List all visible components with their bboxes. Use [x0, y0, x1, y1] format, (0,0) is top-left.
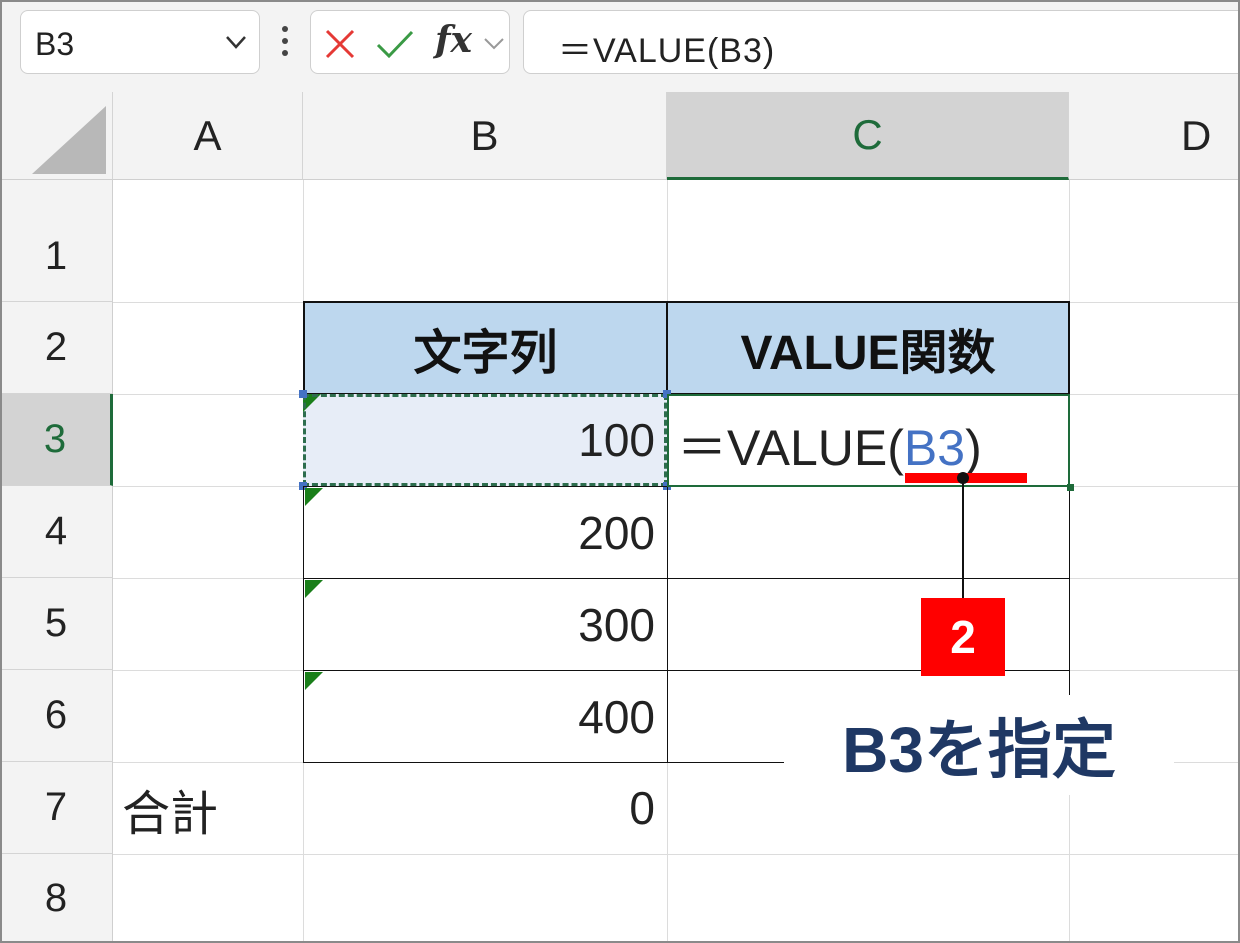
insert-function-button[interactable]: fx [435, 19, 472, 61]
row-header-4[interactable]: 4 [0, 486, 113, 578]
cancel-x-icon[interactable] [323, 27, 357, 61]
cell-c5[interactable] [667, 578, 1070, 671]
column-header-c[interactable]: C [667, 92, 1069, 180]
formula-reference: B3 [903, 420, 966, 476]
fill-handle[interactable] [1067, 484, 1074, 491]
cell-c4[interactable] [667, 486, 1070, 579]
cell-b4[interactable]: 200 [303, 486, 668, 579]
select-all-corner[interactable] [0, 92, 113, 180]
enter-check-icon[interactable] [375, 27, 415, 61]
row-header-2[interactable]: 2 [0, 302, 113, 394]
number-as-text-indicator [305, 580, 323, 598]
cell-b6[interactable]: 400 [303, 670, 668, 763]
row-header-3[interactable]: 3 [0, 394, 113, 486]
column-header-d[interactable]: D [1069, 92, 1240, 180]
formula-input[interactable]: ＝VALUE(B3) [523, 10, 1240, 74]
row-header-8[interactable]: 8 [0, 854, 113, 943]
chevron-down-icon[interactable] [219, 27, 253, 57]
total-value[interactable]: 0 [303, 762, 667, 854]
name-box[interactable]: B3 [20, 10, 260, 74]
formula-prefix: ＝VALUE( [677, 420, 904, 476]
row-header-7[interactable]: 7 [0, 762, 113, 854]
select-all-triangle-icon [32, 106, 106, 174]
row-header-5[interactable]: 5 [0, 578, 113, 670]
total-label[interactable]: 合計 [122, 774, 218, 844]
row-header-6[interactable]: 6 [0, 670, 113, 762]
gridline [113, 854, 1240, 855]
connector-line [962, 480, 964, 598]
chevron-down-icon[interactable] [481, 33, 507, 55]
number-as-text-indicator [305, 488, 323, 506]
more-options-icon[interactable] [280, 24, 290, 58]
cell-c3-formula[interactable]: ＝VALUE(B3) [677, 408, 982, 480]
cell-b5[interactable]: 300 [303, 578, 668, 671]
row-header-1[interactable]: 1 [0, 180, 113, 302]
formula-suffix: ) [965, 420, 982, 476]
column-header-a[interactable]: A [113, 92, 303, 180]
reference-marquee [303, 394, 667, 486]
step-number-badge: 2 [921, 598, 1005, 676]
table-header-strings[interactable]: 文字列 [303, 301, 668, 395]
name-box-value: B3 [35, 26, 75, 62]
formula-text: ＝VALUE(B3) [558, 32, 776, 70]
callout-label: B3を指定 [784, 695, 1174, 795]
formula-buttons: fx [310, 10, 510, 74]
table-header-value[interactable]: VALUE関数 [666, 301, 1070, 395]
number-as-text-indicator [305, 672, 323, 690]
cell-b3[interactable]: 100 [299, 390, 671, 490]
range-handle[interactable] [299, 390, 307, 398]
column-header-b[interactable]: B [303, 92, 667, 180]
